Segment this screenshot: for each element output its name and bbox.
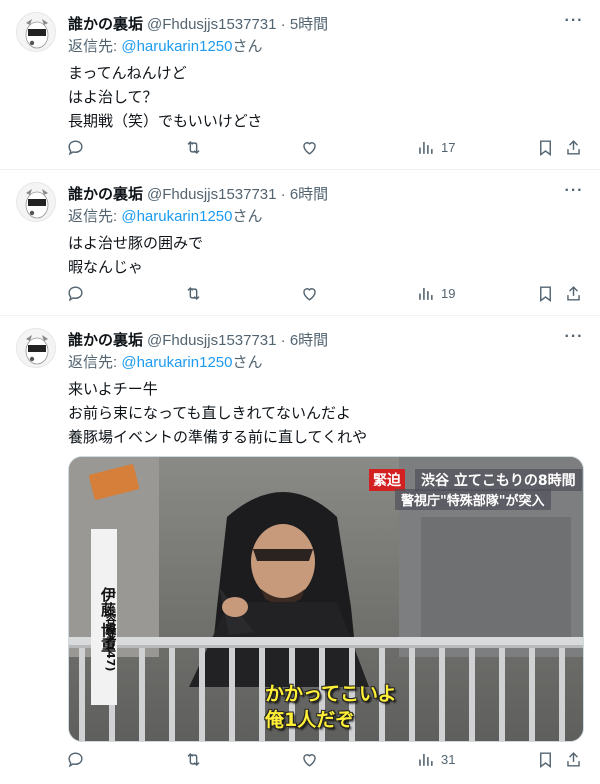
tweet-text-line: お前ら束になっても直しきれてないんだよ xyxy=(68,405,352,422)
tweet-1[interactable]: 誰かの裏垢 @Fhdusjjs1537731 · 5時間 ··· 返信先: @ha… xyxy=(0,0,600,170)
handle-and-time[interactable]: @Fhdusjjs1537731 · 6時間 xyxy=(147,186,328,203)
news-tag: 緊迫 xyxy=(369,469,405,491)
display-name[interactable]: 誰かの裏垢 xyxy=(68,16,143,33)
more-icon[interactable]: ··· xyxy=(564,183,584,204)
handle-and-time[interactable]: @Fhdusjjs1537731 · 6時間 xyxy=(147,332,328,349)
tweet-text-line: はよ治せ豚の囲みで xyxy=(68,235,204,252)
tweet-header: 誰かの裏垢 @Fhdusjjs1537731 · 6時間 xyxy=(68,331,328,351)
bookmark-button[interactable] xyxy=(536,278,555,308)
reply-button[interactable] xyxy=(66,132,85,162)
views-icon xyxy=(419,287,433,300)
views-count: 19 xyxy=(441,285,456,301)
views-icon xyxy=(419,141,433,154)
views-count: 31 xyxy=(441,751,456,767)
tweet-text: まってんねんけど はよ治して？ 長期戦（笑）でもいいけどさ xyxy=(68,62,578,134)
reply-prefix: 返信先: xyxy=(68,354,122,371)
heart-icon xyxy=(303,753,316,767)
reply-handle-link[interactable]: @harukarin1250 xyxy=(121,38,232,55)
reply-to: 返信先: @harukarin1250さん xyxy=(68,353,263,373)
like-button[interactable] xyxy=(300,744,319,774)
suspect-label-caption: 容疑者(47) xyxy=(104,613,117,672)
tweet-text-line: まってんねんけど xyxy=(68,65,187,82)
display-name[interactable]: 誰かの裏垢 xyxy=(68,186,143,203)
like-button[interactable] xyxy=(300,278,319,308)
views-button[interactable]: 31 xyxy=(416,744,455,774)
news-subheadline: 警視庁"特殊部隊"が突入 xyxy=(395,489,551,510)
bookmark-icon xyxy=(540,751,551,768)
share-icon xyxy=(567,139,580,155)
reply-prefix: 返信先: xyxy=(68,208,122,225)
tweet-text-line: 来いよチー牛 xyxy=(68,381,158,398)
tweet-2[interactable]: 誰かの裏垢 @Fhdusjjs1537731 · 6時間 ··· 返信先: @ha… xyxy=(0,170,600,316)
reply-suffix: さん xyxy=(232,354,263,371)
avatar[interactable] xyxy=(16,328,56,368)
tweet-actions: 31 xyxy=(58,744,588,774)
tweet-text-line: 養豚場イベントの準備する前に直してくれや xyxy=(68,429,368,446)
retweet-icon xyxy=(187,140,200,154)
retweet-icon xyxy=(187,752,200,766)
share-button[interactable] xyxy=(564,744,583,774)
reply-to: 返信先: @harukarin1250さん xyxy=(68,207,263,227)
share-button[interactable] xyxy=(564,278,583,308)
reply-icon xyxy=(68,285,83,301)
views-icon xyxy=(419,753,433,766)
tweet-media-image[interactable]: 緊迫 渋谷 立てこもりの8時間 警視庁"特殊部隊"が突入 伊藤 博重 容疑者(4… xyxy=(68,456,584,742)
subtitle-line-2: 俺1人だぞ xyxy=(265,709,355,731)
tweet-text-line: はよ治して？ xyxy=(68,89,158,106)
tweet-text: 来いよチー牛 お前ら束になっても直しきれてないんだよ 養豚場イベントの準備する前… xyxy=(68,378,578,450)
subtitle-line-1: かかってこいよ xyxy=(265,683,397,705)
bookmark-button[interactable] xyxy=(536,132,555,162)
news-headline: 渋谷 立てこもりの8時間 xyxy=(415,469,582,491)
reply-button[interactable] xyxy=(66,278,85,308)
reply-button[interactable] xyxy=(66,744,85,774)
display-name[interactable]: 誰かの裏垢 xyxy=(68,332,143,349)
tweet-text-line: 長期戦（笑）でもいいけどさ xyxy=(68,113,263,130)
avatar[interactable] xyxy=(16,12,56,52)
views-button[interactable]: 17 xyxy=(416,132,455,162)
bookmark-icon xyxy=(540,285,551,302)
reply-to: 返信先: @harukarin1250さん xyxy=(68,37,263,57)
tweet-actions: 17 xyxy=(58,132,588,162)
tweet-text-line: 暇なんじゃ xyxy=(68,259,144,276)
heart-icon xyxy=(303,141,316,155)
share-button[interactable] xyxy=(564,132,583,162)
reply-handle-link[interactable]: @harukarin1250 xyxy=(121,354,232,371)
reply-icon xyxy=(68,139,83,155)
reply-icon xyxy=(68,751,83,767)
share-icon xyxy=(567,751,580,767)
tweet-3[interactable]: 誰かの裏垢 @Fhdusjjs1537731 · 6時間 ··· 返信先: @ha… xyxy=(0,316,600,784)
tweet-text: はよ治せ豚の囲みで 暇なんじゃ xyxy=(68,232,578,280)
retweet-button[interactable] xyxy=(184,744,203,774)
heart-icon xyxy=(303,287,316,301)
share-icon xyxy=(567,285,580,301)
views-button[interactable]: 19 xyxy=(416,278,455,308)
more-icon[interactable]: ··· xyxy=(564,13,584,34)
bookmark-button[interactable] xyxy=(536,744,555,774)
retweet-button[interactable] xyxy=(184,278,203,308)
more-icon[interactable]: ··· xyxy=(564,329,584,350)
handle-and-time[interactable]: @Fhdusjjs1537731 · 5時間 xyxy=(147,16,328,33)
reply-suffix: さん xyxy=(232,208,263,225)
reply-prefix: 返信先: xyxy=(68,38,122,55)
tweet-actions: 19 xyxy=(58,278,588,308)
retweet-icon xyxy=(187,286,200,300)
retweet-button[interactable] xyxy=(184,132,203,162)
reply-handle-link[interactable]: @harukarin1250 xyxy=(121,208,232,225)
bookmark-icon xyxy=(540,139,551,156)
avatar[interactable] xyxy=(16,182,56,222)
tweet-header: 誰かの裏垢 @Fhdusjjs1537731 · 5時間 xyxy=(68,15,328,35)
views-count: 17 xyxy=(441,139,456,155)
tweet-header: 誰かの裏垢 @Fhdusjjs1537731 · 6時間 xyxy=(68,185,328,205)
reply-suffix: さん xyxy=(232,38,263,55)
like-button[interactable] xyxy=(300,132,319,162)
